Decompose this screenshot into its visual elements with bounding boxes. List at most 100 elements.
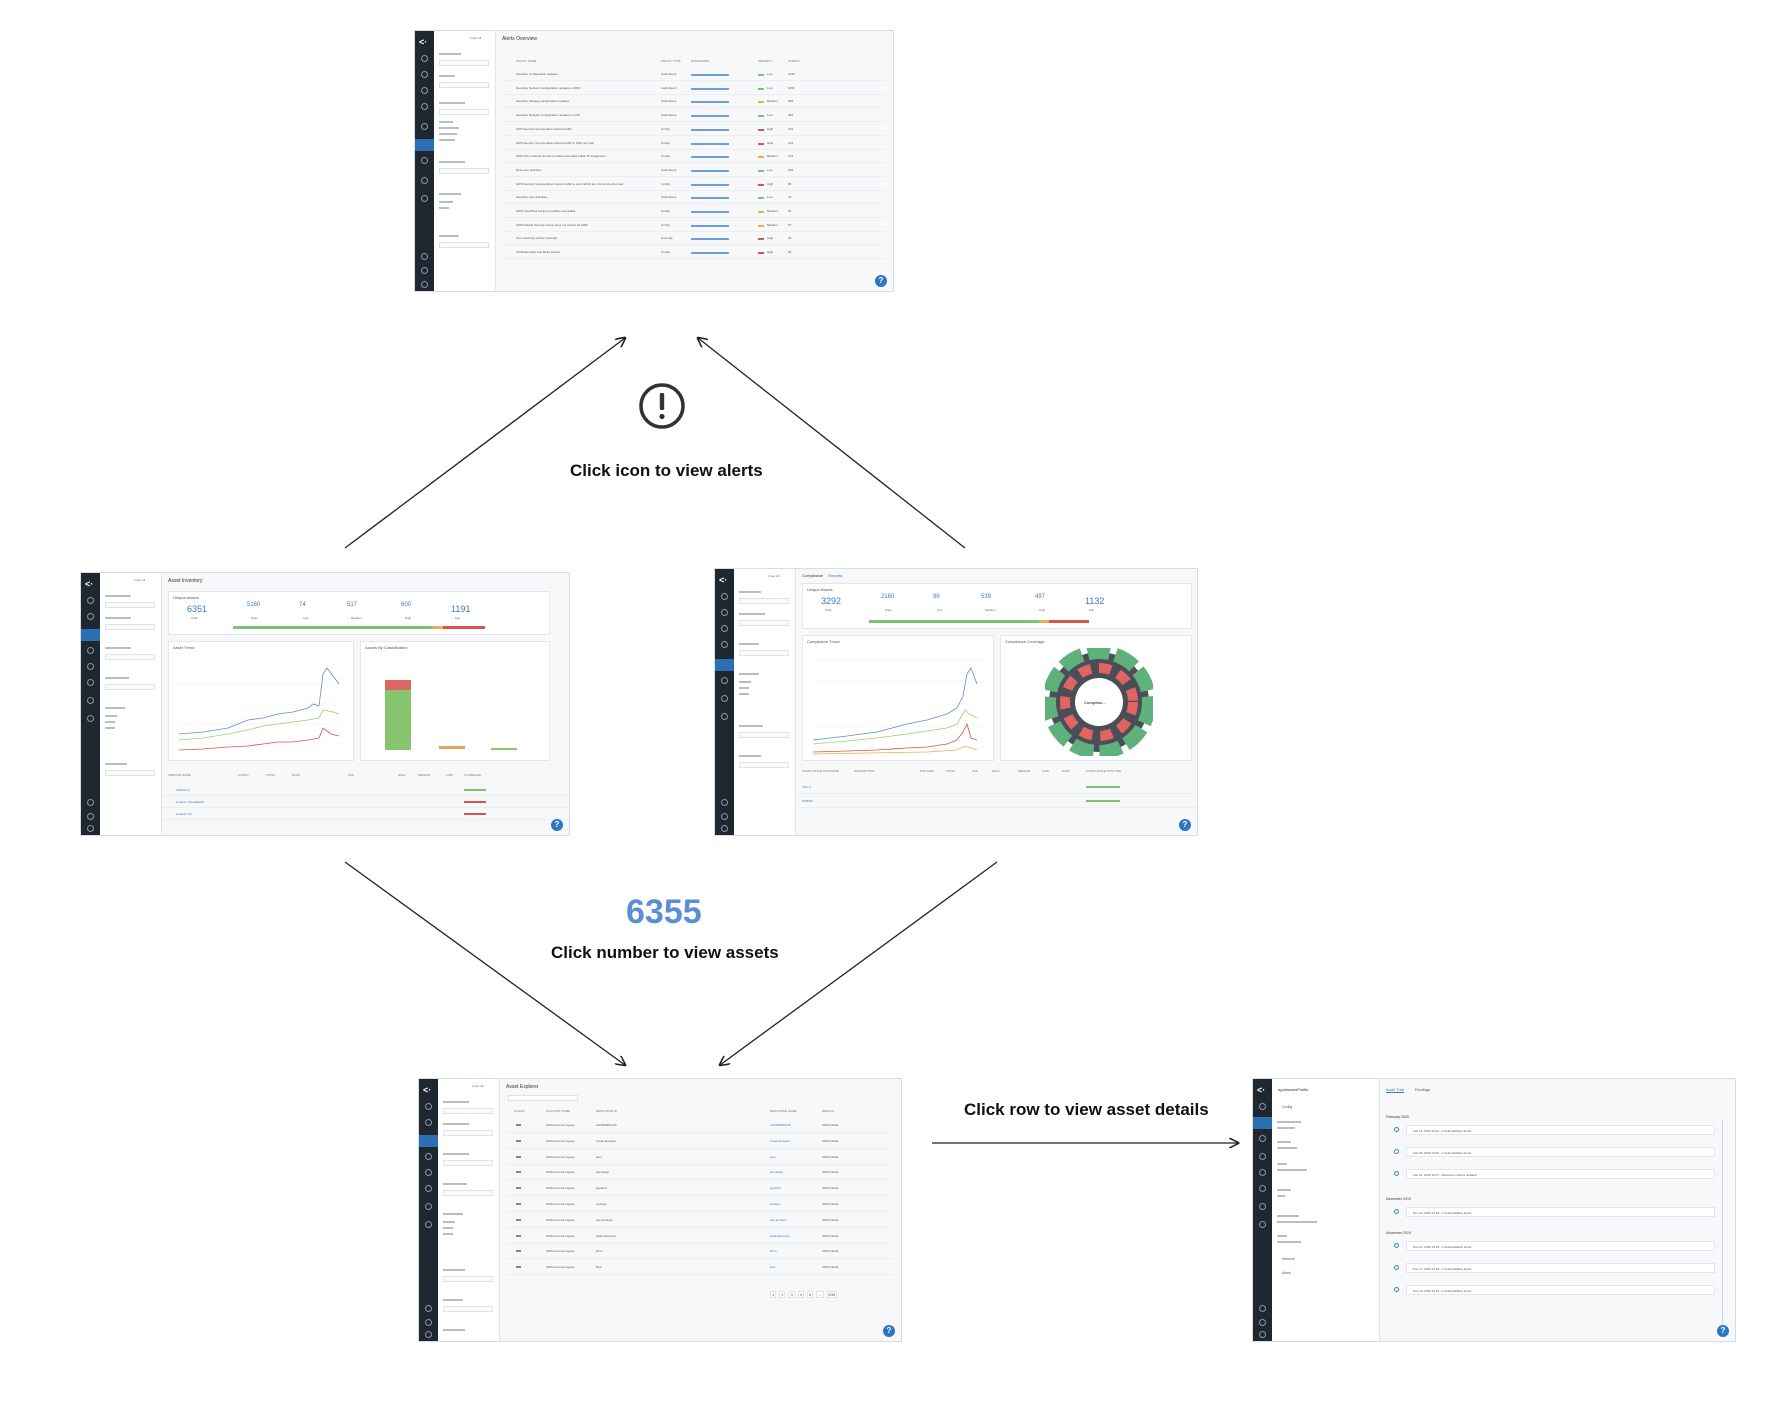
- stat-value[interactable]: 74: [299, 602, 306, 608]
- table-row[interactable]: AWS Account Legacy techops techops AWS Glob…: [506, 1198, 895, 1212]
- page-button[interactable]: 4: [797, 1291, 804, 1298]
- standards-link[interactable]: [691, 87, 729, 90]
- timeline-event[interactable]: Feb 01, 2020 12:07 - Resource metrics up…: [1406, 1169, 1715, 1179]
- page-button[interactable]: 2: [779, 1291, 786, 1298]
- resource-name[interactable]: lbss: [770, 1265, 775, 1269]
- stat-value[interactable]: 600: [401, 602, 411, 608]
- table-row[interactable]: AWS EC2: [162, 785, 569, 796]
- resource-name[interactable]: e1b59590fcd7b: [770, 1123, 791, 1127]
- table-row[interactable]: AWS Account Legacy e1b59590fcd7b e1b59590f…: [506, 1119, 895, 1133]
- standards-link[interactable]: [691, 224, 729, 227]
- timeline-event[interactable]: Nov 10, 2019 13:03 - 2 Vulnerabilities f…: [1406, 1285, 1715, 1295]
- help-icon[interactable]: ?: [875, 275, 887, 287]
- resource-name[interactable]: dev-techops: [770, 1218, 786, 1222]
- standards-link[interactable]: [691, 238, 729, 241]
- standards-link[interactable]: [691, 169, 729, 172]
- tab-compliance[interactable]: Compliance: [802, 573, 823, 578]
- table-row[interactable]: AWS Account Legacy demolsap demolsap AWS Gl…: [506, 1166, 895, 1181]
- resource-name[interactable]: techops: [770, 1202, 781, 1206]
- resource-name[interactable]: build-discovery: [770, 1234, 790, 1238]
- standards-link[interactable]: [691, 115, 729, 118]
- stat-value[interactable]: 3292: [821, 596, 841, 606]
- standard-name[interactable]: PIPEDA: [802, 799, 813, 803]
- table-row[interactable]: Sensitive user activities Audit Event Low 7…: [502, 192, 887, 205]
- stat-value[interactable]: 5160: [247, 602, 260, 608]
- help-icon[interactable]: ?: [883, 1325, 895, 1337]
- table-row[interactable]: AWS Security Groups allow internet traff…: [502, 138, 887, 150]
- table-row[interactable]: AWS Account Legacy gerasch gerasch AWS Glob…: [506, 1182, 895, 1197]
- page-button[interactable]: 3: [788, 1291, 795, 1298]
- asset-inventory-screenshot[interactable]: <· Clear All Asset Inventory Unique Asse…: [80, 572, 570, 836]
- timeline-event[interactable]: Nov 17, 2019 13:03 - 2 Vulnerabilities f…: [1406, 1263, 1715, 1273]
- table-row[interactable]: Port scanning activity (internal) Anomaly…: [502, 233, 887, 246]
- table-row[interactable]: AWS Security Groups allow internet traff…: [502, 124, 887, 136]
- table-row[interactable]: AWS Account Legacy ibrnn ibrnn AWS Global: [506, 1245, 895, 1260]
- timeline-event[interactable]: Dec 22, 2019 13:03 - 2 Vulnerabilities f…: [1406, 1207, 1715, 1217]
- standards-link[interactable]: [691, 128, 729, 131]
- table-row[interactable]: AWS Account Legacy lbss lbss AWS Global: [506, 1261, 895, 1276]
- table-row[interactable]: AWS Account Legacy ajun ajun AWS Global: [506, 1151, 895, 1165]
- stat-value[interactable]: 1191: [451, 604, 470, 614]
- table-row[interactable]: Sensitive Network configuration updates …: [502, 110, 887, 123]
- standards-link[interactable]: [691, 156, 729, 159]
- table-row[interactable]: S3 Bucket (file) has Read access Config Hi…: [502, 247, 887, 260]
- stat-value[interactable]: 1132: [1085, 596, 1104, 606]
- alerts-overview-screenshot[interactable]: <· Clear All Alerts Overview POLICY NAME…: [414, 30, 894, 292]
- standards-link[interactable]: [691, 252, 729, 255]
- timeline-event[interactable]: Feb 09, 2020 13:00 - 2 Vulnerabilities f…: [1406, 1147, 1715, 1157]
- standards-link[interactable]: [691, 101, 729, 104]
- table-row[interactable]: Root user activities Audit Event Low 108: [502, 165, 887, 177]
- timeline-event[interactable]: Nov 24, 2019 13:03 - 2 Vulnerabilities f…: [1406, 1241, 1715, 1251]
- asset-explorer-screenshot[interactable]: <· Clear All Asset Explorer CLOUD ACCOUNT…: [418, 1078, 902, 1342]
- stat-value[interactable]: 96: [933, 594, 940, 600]
- table-row[interactable]: AWS VPC subnets should not allow automat…: [502, 151, 887, 164]
- service-name[interactable]: AWS EC2: [176, 788, 189, 792]
- stat-value[interactable]: 6351: [187, 604, 207, 614]
- table-row[interactable]: Sensitive configuration updates Audit Eve…: [502, 69, 887, 81]
- table-row[interactable]: AWS Account Legacy dev-techops dev-techops…: [506, 1214, 895, 1228]
- resource-name[interactable]: 'meat-assassin': [770, 1139, 791, 1143]
- section-alerts[interactable]: Alerts: [1282, 1271, 1291, 1275]
- standards-link[interactable]: [691, 197, 729, 200]
- resource-name[interactable]: ibrnn: [770, 1249, 777, 1253]
- section-network[interactable]: Network: [1282, 1257, 1295, 1261]
- stat-value[interactable]: 2160: [881, 594, 894, 600]
- clear-all-link[interactable]: Clear All: [470, 36, 481, 40]
- tab-reports[interactable]: Reports: [828, 573, 842, 578]
- service-name[interactable]: Amazon S3: [176, 812, 192, 816]
- table-row[interactable]: AWS Default Security Group does not rest…: [502, 220, 887, 232]
- table-row[interactable]: AWS Account Legacy build-discovery build-d…: [506, 1230, 895, 1244]
- page-button[interactable]: 636: [826, 1291, 838, 1298]
- table-row[interactable]: SOC 2: [796, 781, 1197, 794]
- help-icon[interactable]: ?: [1717, 1325, 1729, 1337]
- table-row[interactable]: Sensitive Storage configuration updates A…: [502, 96, 887, 109]
- standards-link[interactable]: [691, 211, 729, 213]
- page-button[interactable]: 1: [770, 1291, 777, 1298]
- asset-count-number[interactable]: 6355: [626, 893, 702, 932]
- table-row[interactable]: AWS Account Legacy 'meat-assassin' 'meat-a…: [506, 1135, 895, 1149]
- service-name[interactable]: Amazon CloudWatch: [176, 800, 204, 804]
- resource-name[interactable]: ajun: [770, 1155, 776, 1159]
- stat-value[interactable]: 539: [981, 594, 991, 600]
- help-icon[interactable]: ?: [1179, 819, 1191, 831]
- stat-value[interactable]: 517: [347, 602, 357, 608]
- table-row[interactable]: AWS Security Groups allow internet traff…: [502, 179, 887, 191]
- table-row[interactable]: AWS CloudTrail bucket is publicly access…: [502, 206, 887, 218]
- clear-all-link[interactable]: Clear All: [134, 578, 145, 582]
- section-config[interactable]: Config: [1282, 1105, 1292, 1109]
- resource-name[interactable]: gerasch: [770, 1186, 781, 1190]
- page-button[interactable]: ...: [816, 1291, 824, 1298]
- clear-all-link[interactable]: Clear All: [768, 574, 779, 578]
- timeline-event[interactable]: Feb 14, 2020 12:02 - 2 Vulnerabilities f…: [1406, 1125, 1715, 1135]
- resource-name[interactable]: demolsap: [770, 1170, 783, 1174]
- standards-link[interactable]: [691, 142, 729, 145]
- table-row[interactable]: Sensitive Network configuration updates …: [502, 83, 887, 95]
- table-row[interactable]: PIPEDA: [796, 795, 1197, 808]
- clear-all-link[interactable]: Clear All: [472, 1084, 483, 1088]
- standard-name[interactable]: SOC 2: [802, 785, 811, 789]
- standards-link[interactable]: [691, 183, 729, 186]
- table-row[interactable]: Amazon S3: [162, 809, 569, 820]
- stat-value[interactable]: 497: [1035, 594, 1045, 600]
- compliance-dashboard-screenshot[interactable]: <· Clear All Compliance Reports Unique A…: [714, 568, 1198, 836]
- table-row[interactable]: Amazon CloudWatch: [162, 797, 569, 808]
